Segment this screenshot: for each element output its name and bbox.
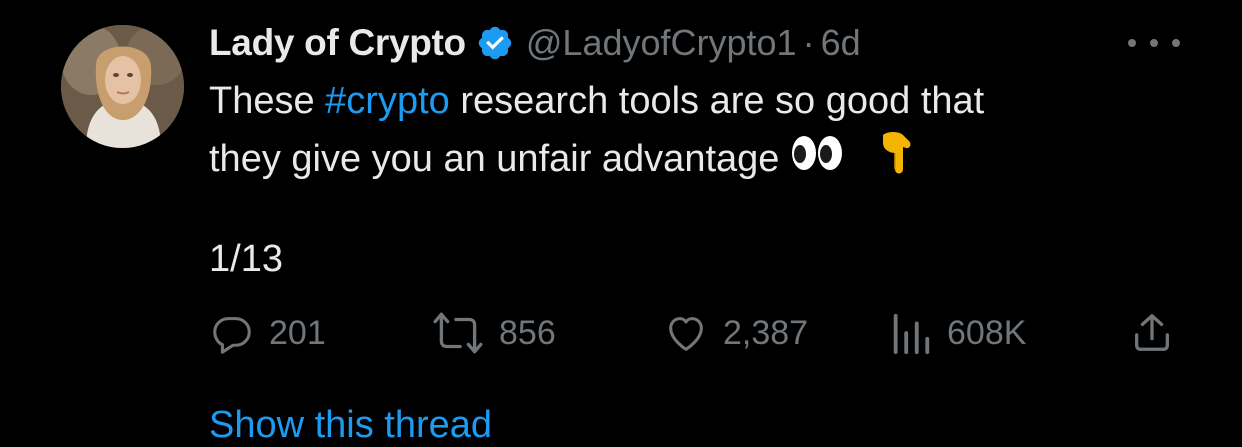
like-count: 2,387 bbox=[723, 313, 809, 352]
like-button[interactable]: 2,387 bbox=[663, 308, 808, 358]
retweet-count: 856 bbox=[499, 313, 556, 352]
reply-icon bbox=[209, 310, 255, 356]
tweet-text-line1-end: research tools are so good that bbox=[449, 80, 985, 122]
views-button[interactable]: 608K bbox=[889, 308, 1026, 358]
share-icon bbox=[1129, 310, 1175, 356]
more-dot bbox=[1128, 39, 1136, 47]
reply-count: 201 bbox=[269, 313, 326, 352]
show-thread-link[interactable]: Show this thread bbox=[209, 404, 492, 447]
more-options-icon[interactable] bbox=[1128, 28, 1180, 58]
eyes-emoji-icon bbox=[790, 133, 846, 189]
reply-button[interactable]: 201 bbox=[209, 308, 326, 358]
tweet-text-line2: they give you an unfair advantage bbox=[209, 138, 780, 181]
timestamp[interactable]: 6d bbox=[821, 22, 861, 64]
more-dot bbox=[1172, 39, 1180, 47]
avatar[interactable] bbox=[61, 25, 184, 148]
tweet-actions: 201 856 2,387 608K bbox=[209, 308, 1179, 358]
thread-counter: 1/13 bbox=[209, 238, 283, 280]
pointing-down-emoji-icon bbox=[877, 129, 917, 193]
hashtag-link[interactable]: #crypto bbox=[325, 80, 450, 122]
retweet-button[interactable]: 856 bbox=[431, 308, 556, 358]
views-count: 608K bbox=[947, 313, 1027, 352]
retweet-icon bbox=[431, 310, 485, 356]
tweet-header: Lady of Crypto @LadyofCrypto1 · 6d bbox=[209, 18, 861, 68]
views-icon bbox=[889, 310, 933, 356]
more-dot bbox=[1150, 39, 1158, 47]
share-button[interactable] bbox=[1129, 308, 1175, 358]
verified-badge-icon[interactable] bbox=[476, 24, 514, 62]
tweet-text: These #crypto research tools are so good… bbox=[209, 74, 1189, 193]
tweet-text-line1-start: These bbox=[209, 80, 326, 122]
user-handle[interactable]: @LadyofCrypto1 bbox=[526, 22, 797, 64]
display-name[interactable]: Lady of Crypto bbox=[209, 22, 466, 64]
tweet[interactable]: Lady of Crypto @LadyofCrypto1 · 6d These… bbox=[0, 0, 1242, 446]
heart-icon bbox=[663, 310, 709, 356]
separator-dot: · bbox=[802, 22, 815, 63]
profile-photo bbox=[61, 25, 184, 148]
